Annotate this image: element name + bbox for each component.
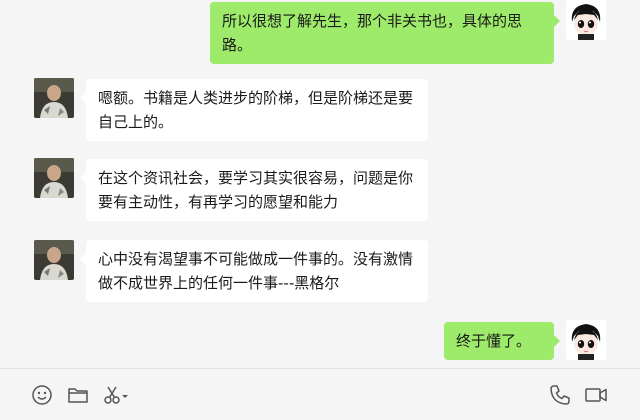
phone-icon	[550, 385, 570, 405]
message-bubble-outgoing[interactable]: 所以很想了解先生，那个非关书也，具体的思路。	[210, 2, 560, 64]
cartoon-avatar-icon	[566, 0, 606, 40]
message-bubble-incoming[interactable]: 在这个资讯社会，要学习其实很容易，问题是你要有主动性，有再学习的愿望和能力	[80, 159, 428, 221]
message-bubble-incoming[interactable]: 心中没有渴望事不可能做成一件事的。没有激情做不成世界上的任何一件事---黑格尔	[80, 240, 428, 302]
chevron-down-icon	[122, 395, 128, 398]
photo-avatar-icon	[34, 78, 74, 118]
video-icon	[585, 388, 607, 402]
screenshot-options-button[interactable]	[119, 383, 131, 407]
photo-avatar-icon	[34, 158, 74, 198]
cartoon-avatar-icon	[566, 320, 606, 360]
self-avatar[interactable]	[566, 0, 606, 40]
voice-call-button[interactable]	[548, 383, 572, 407]
contact-avatar[interactable]	[34, 240, 74, 280]
message-bubble-outgoing[interactable]: 终于懂了。	[444, 322, 560, 360]
emoji-icon	[32, 385, 52, 405]
chat-message-list[interactable]: 所以很想了解先生，那个非关书也，具体的思路。 嗯额。书籍是人类进步的阶梯，但是阶…	[0, 0, 640, 368]
file-button[interactable]	[66, 383, 90, 407]
contact-avatar[interactable]	[34, 158, 74, 198]
video-call-button[interactable]	[584, 383, 608, 407]
contact-avatar[interactable]	[34, 78, 74, 118]
self-avatar[interactable]	[566, 320, 606, 360]
message-bubble-incoming[interactable]: 嗯额。书籍是人类进步的阶梯，但是阶梯还是要自己上的。	[80, 79, 428, 141]
input-toolbar	[0, 368, 640, 420]
emoji-button[interactable]	[30, 383, 54, 407]
folder-icon	[68, 388, 88, 403]
photo-avatar-icon	[34, 240, 74, 280]
